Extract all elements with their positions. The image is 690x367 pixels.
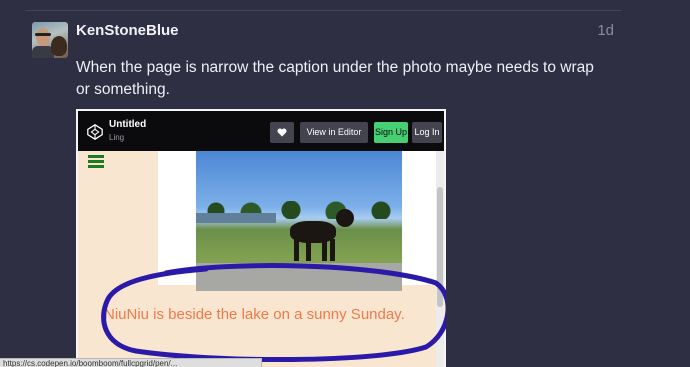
status-bar-url: https://cs.codepen.io/boomboom/fullcpgri… (0, 358, 262, 367)
sign-up-button[interactable]: Sign Up (374, 122, 408, 143)
codepen-logo-icon (87, 124, 103, 140)
post-text: When the page is narrow the caption unde… (76, 59, 594, 98)
avatar[interactable] (32, 22, 68, 58)
top-divider (25, 10, 621, 11)
heart-icon (277, 128, 287, 137)
pen-title: Untitled (109, 119, 147, 130)
photo-caption: NiuNiu is beside the lake on a sunny Sun… (104, 306, 405, 323)
heart-button[interactable] (270, 122, 294, 143)
username[interactable]: KenStoneBlue (76, 22, 179, 39)
pen-preview: NiuNiu is beside the lake on a sunny Sun… (78, 151, 444, 367)
post-time[interactable]: 1d (597, 22, 614, 39)
dog-photo (196, 151, 402, 291)
embedded-screenshot[interactable]: Untitled Ling View in Editor Sign Up Log… (76, 109, 446, 367)
pen-author: Ling (109, 133, 125, 142)
hamburger-menu-icon[interactable] (88, 155, 104, 168)
codepen-header: Untitled Ling View in Editor Sign Up Log… (78, 111, 444, 151)
scrollbar[interactable] (436, 151, 444, 367)
log-in-button[interactable]: Log In (412, 122, 442, 143)
view-in-editor-button[interactable]: View in Editor (300, 122, 368, 143)
